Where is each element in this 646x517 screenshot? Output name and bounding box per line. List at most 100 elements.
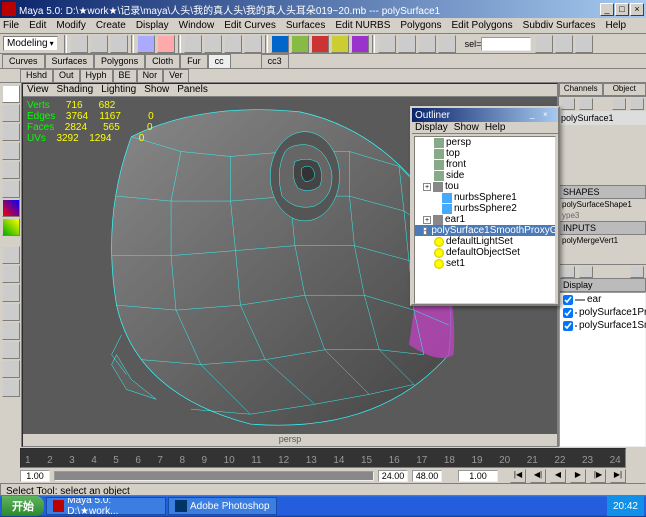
expand-icon[interactable]: + — [423, 216, 431, 224]
outliner-item[interactable]: side — [415, 170, 555, 181]
menu-polygons[interactable]: Polygons — [400, 20, 441, 31]
outliner-menu-show[interactable]: Show — [454, 122, 479, 133]
last-tool-icon[interactable] — [2, 199, 20, 217]
outliner-tree[interactable]: persptopfrontside+tounurbsSphere1nurbsSp… — [414, 136, 556, 304]
dtab-out[interactable]: Out — [53, 69, 80, 82]
snap-curve-icon[interactable] — [204, 35, 222, 53]
layer-icon3[interactable] — [630, 266, 644, 278]
tab-curves[interactable]: Curves — [2, 54, 45, 68]
channel-obj-name[interactable]: polySurface1 — [559, 111, 646, 125]
rtab-object[interactable]: Object — [603, 83, 646, 96]
snap-plane-icon[interactable] — [244, 35, 262, 53]
menu-help[interactable]: Help — [606, 20, 627, 31]
tab-cc[interactable]: cc — [208, 54, 231, 68]
time-slider[interactable]: 123456789101112131415161718192021222324 — [20, 448, 626, 468]
outliner-item[interactable]: top — [415, 148, 555, 159]
range-track[interactable] — [54, 471, 374, 481]
outliner-item[interactable]: -polySurface1SmoothProxyGroup — [415, 225, 555, 236]
play-fwd-button[interactable]: ▶ — [570, 469, 586, 483]
open-scene-icon[interactable] — [90, 35, 108, 53]
ch-icon3[interactable] — [612, 98, 626, 110]
tab-surfaces[interactable]: Surfaces — [45, 54, 95, 68]
vp-panels[interactable]: Panels — [177, 84, 208, 96]
menu-editpolygons[interactable]: Edit Polygons — [452, 20, 513, 31]
manip-tool-icon[interactable] — [2, 180, 20, 198]
outliner-item[interactable]: nurbsSphere2 — [415, 203, 555, 214]
layer-icon2[interactable] — [579, 266, 593, 278]
outliner-item[interactable]: persp — [415, 137, 555, 148]
menu-editnurbs[interactable]: Edit NURBS — [335, 20, 390, 31]
ch-icon4[interactable] — [630, 98, 644, 110]
vp-lighting[interactable]: Lighting — [101, 84, 136, 96]
tool1-icon[interactable] — [555, 35, 573, 53]
layout8-icon[interactable] — [2, 379, 20, 397]
hist2-icon[interactable] — [291, 35, 309, 53]
vp-view[interactable]: View — [27, 84, 49, 96]
single-pane-icon[interactable] — [2, 246, 20, 264]
outliner-item[interactable]: set1 — [415, 258, 555, 269]
system-tray[interactable]: 20:42 — [607, 496, 644, 516]
scale-tool-icon[interactable] — [2, 161, 20, 179]
sel-mask-icon[interactable] — [137, 35, 155, 53]
menu-surfaces[interactable]: Surfaces — [286, 20, 325, 31]
expand-icon[interactable]: + — [423, 183, 431, 191]
taskbar-photoshop-button[interactable]: Adobe Photoshop — [168, 497, 277, 515]
outliner-item[interactable]: front — [415, 159, 555, 170]
layer-row[interactable]: ear — [560, 293, 645, 306]
sel-mask2-icon[interactable] — [157, 35, 175, 53]
vp-show[interactable]: Show — [144, 84, 169, 96]
outliner-menu-help[interactable]: Help — [485, 122, 506, 133]
dtab-hshd[interactable]: Hshd — [20, 69, 53, 82]
outliner-item[interactable]: nurbsSphere1 — [415, 192, 555, 203]
range-max-field[interactable] — [412, 470, 442, 482]
dtab-ver[interactable]: Ver — [163, 69, 189, 82]
layout5-icon[interactable] — [2, 322, 20, 340]
outliner-item[interactable]: defaultObjectSet — [415, 247, 555, 258]
expand-icon[interactable]: - — [423, 227, 427, 235]
rotate-tool-icon[interactable] — [2, 142, 20, 160]
snap-point-icon[interactable] — [224, 35, 242, 53]
vp-shading[interactable]: Shading — [57, 84, 94, 96]
lasso-tool-icon[interactable] — [2, 104, 20, 122]
layer-row[interactable]: polySurface1Smoot — [560, 319, 645, 332]
input-node[interactable]: polyMergeVert1 — [559, 235, 646, 246]
menu-file[interactable]: File — [3, 20, 19, 31]
outliner-item[interactable]: +tou — [415, 181, 555, 192]
layout7-icon[interactable] — [2, 360, 20, 378]
dtab-be[interactable]: BE — [113, 69, 137, 82]
select-tool-icon[interactable] — [2, 85, 20, 103]
layer-vis-checkbox[interactable] — [563, 295, 573, 305]
rglobals-icon[interactable] — [351, 35, 369, 53]
range-start-field[interactable] — [20, 470, 50, 482]
outliner-menu-display[interactable]: Display — [415, 122, 448, 133]
sel-field[interactable] — [481, 37, 531, 51]
menu-modify[interactable]: Modify — [56, 20, 85, 31]
outliner-item[interactable]: +ear1 — [415, 214, 555, 225]
hist-icon[interactable] — [271, 35, 289, 53]
menu-editcurves[interactable]: Edit Curves — [224, 20, 276, 31]
two-pane-icon[interactable] — [2, 284, 20, 302]
range-end-field[interactable] — [378, 470, 408, 482]
layout1-icon[interactable] — [378, 35, 396, 53]
step-back-button[interactable]: ◀| — [530, 469, 546, 483]
dtab-hyph[interactable]: Hyph — [80, 69, 113, 82]
maximize-button[interactable]: □ — [615, 3, 629, 16]
rtab-channels[interactable]: Channels — [559, 83, 603, 96]
snap-grid-icon[interactable] — [184, 35, 202, 53]
layout3-icon[interactable] — [418, 35, 436, 53]
four-pane-icon[interactable] — [2, 265, 20, 283]
tab-cc3[interactable]: cc3 — [261, 54, 289, 68]
outliner-item[interactable]: defaultLightSet — [415, 236, 555, 247]
module-dropdown[interactable]: Modeling — [3, 36, 58, 51]
shape-name[interactable]: polySurfaceShape1 — [559, 199, 646, 210]
new-scene-icon[interactable] — [70, 35, 88, 53]
tab-fur[interactable]: Fur — [180, 54, 208, 68]
render-icon[interactable] — [311, 35, 329, 53]
taskbar-maya-button[interactable]: Maya 5.0: D:\★work... — [46, 497, 166, 515]
menu-create[interactable]: Create — [96, 20, 126, 31]
tool-color-icon[interactable] — [2, 218, 20, 236]
layer-row[interactable]: polySurface1Proxy — [560, 306, 645, 319]
rewind-button[interactable]: |◀ — [510, 469, 526, 483]
outliner-min-button[interactable]: _ — [530, 110, 542, 121]
outliner-window[interactable]: Outliner _ × Display Show Help persptopf… — [410, 106, 560, 306]
